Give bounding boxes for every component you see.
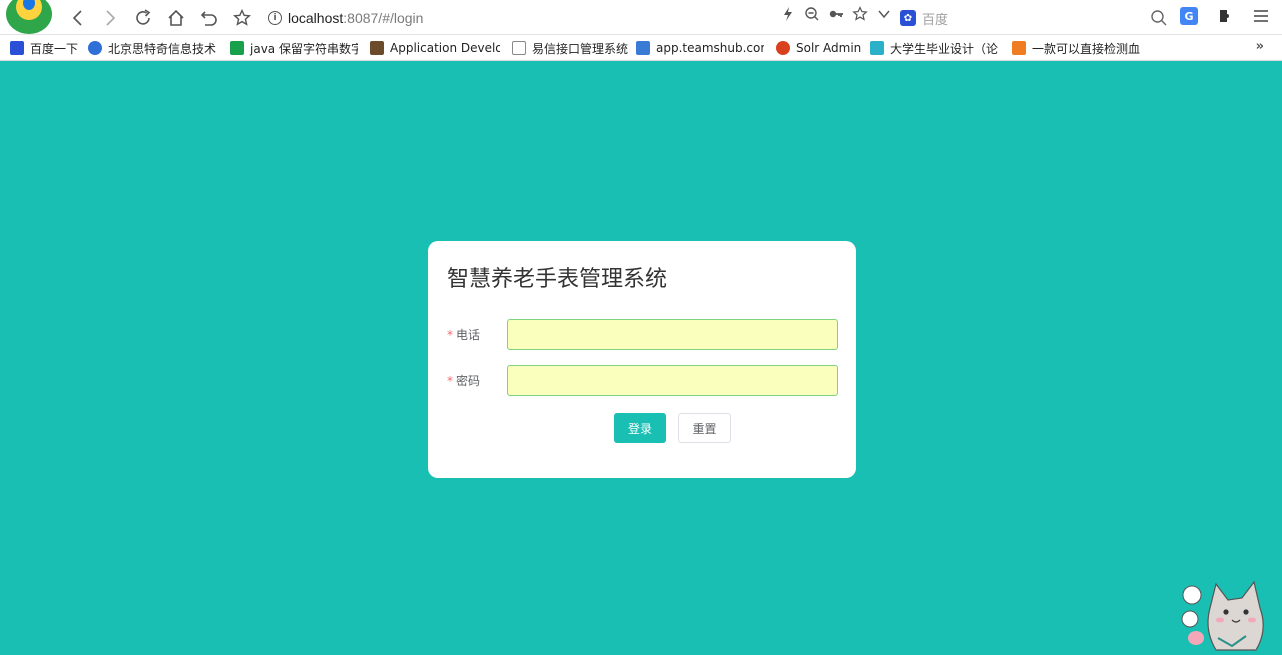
phone-input[interactable] — [507, 319, 838, 350]
back-icon[interactable] — [66, 6, 90, 30]
bookmark-item[interactable]: 北京思特奇信息技术 — [88, 39, 218, 57]
search-placeholder: 百度 — [922, 12, 949, 28]
key-icon[interactable] — [828, 6, 844, 22]
favorite-star-icon[interactable] — [852, 6, 868, 22]
more-bookmarks-icon[interactable]: » — [1256, 39, 1264, 54]
url-text[interactable]: localhost:8087/#/login — [288, 10, 423, 26]
search-icon[interactable] — [1150, 9, 1168, 27]
url-host: localhost — [288, 9, 344, 26]
menu-icon[interactable] — [1252, 7, 1270, 25]
grad-icon — [870, 41, 884, 55]
bookmark-item[interactable]: app.teamshub.com — [636, 39, 764, 57]
bookmark-label: Application Develop — [390, 41, 500, 55]
bookmark-item[interactable]: 易信接口管理系统 — [512, 39, 628, 57]
bookmark-label: 百度一下 — [30, 41, 79, 56]
bookmark-label: app.teamshub.com — [656, 41, 764, 55]
home-icon[interactable] — [164, 6, 188, 30]
required-mark: * — [447, 328, 453, 342]
evernote-icon — [230, 41, 244, 55]
bookmark-item[interactable]: Application Develop — [370, 39, 500, 57]
translate-icon[interactable]: G — [1180, 7, 1198, 25]
bookmark-star-icon[interactable] — [230, 6, 254, 30]
required-mark: * — [447, 374, 453, 388]
extension-icon[interactable] — [1216, 7, 1234, 25]
page-icon — [512, 41, 526, 55]
bookmarks-bar: 百度一下 北京思特奇信息技术 java 保留字符串数字 Application … — [0, 35, 1282, 61]
forward-icon[interactable] — [98, 6, 122, 30]
phone-label: * 电话 — [447, 326, 480, 343]
chevron-down-icon[interactable] — [876, 6, 892, 22]
reload-icon[interactable] — [131, 6, 155, 30]
reset-button[interactable]: 重置 — [678, 413, 731, 443]
password-label: * 密码 — [447, 372, 480, 389]
url-path: :8087/#/login — [343, 9, 424, 26]
bookmark-label: 易信接口管理系统 — [532, 41, 628, 56]
bookmark-label: Solr Admin — [796, 41, 862, 55]
login-card: 智慧养老手表管理系统 * 电话 * 密码 登录 重置 — [428, 241, 856, 478]
bookmark-label: 大学生毕业设计（论 — [890, 41, 999, 56]
baidu-engine-icon[interactable]: ✿ — [900, 10, 916, 26]
bookmark-item[interactable]: java 保留字符串数字 — [230, 39, 358, 57]
csdn-icon — [1012, 41, 1026, 55]
phone-label-text: 电话 — [456, 328, 481, 342]
bookmark-item[interactable]: 一款可以直接检测血 — [1012, 39, 1142, 57]
image-icon — [370, 41, 384, 55]
password-input[interactable] — [507, 365, 838, 396]
baidu-paw-icon — [10, 41, 24, 55]
bookmark-label: java 保留字符串数字 — [250, 41, 358, 56]
bookmark-item[interactable]: 大学生毕业设计（论 — [870, 39, 1000, 57]
password-label-text: 密码 — [456, 374, 481, 388]
page-title: 智慧养老手表管理系统 — [447, 267, 668, 292]
search-box[interactable]: ✿ 百度 — [896, 6, 1172, 30]
bookmark-item[interactable]: Solr Admin — [776, 39, 862, 57]
browser-logo-icon[interactable] — [6, 0, 52, 34]
lightning-icon[interactable] — [780, 6, 796, 22]
browser-toolbar: i localhost:8087/#/login ✿ 百度 G — [0, 0, 1282, 35]
phone-form-item: * 电话 — [447, 319, 839, 350]
zoom-out-icon[interactable] — [804, 6, 820, 22]
bookmark-item[interactable]: 百度一下 — [10, 39, 80, 57]
cloud-icon — [88, 41, 102, 55]
cat-mascot-icon — [1181, 580, 1264, 651]
site-info-icon[interactable]: i — [268, 10, 282, 25]
bookmark-label: 一款可以直接检测血 — [1032, 41, 1141, 56]
picture-icon — [636, 41, 650, 55]
password-form-item: * 密码 — [447, 365, 839, 396]
address-bar[interactable]: i localhost:8087/#/login — [260, 5, 894, 30]
undo-close-tab-icon[interactable] — [197, 6, 221, 30]
login-button[interactable]: 登录 — [614, 413, 666, 443]
bookmark-label: 北京思特奇信息技术 — [108, 41, 217, 56]
solr-icon — [776, 41, 790, 55]
